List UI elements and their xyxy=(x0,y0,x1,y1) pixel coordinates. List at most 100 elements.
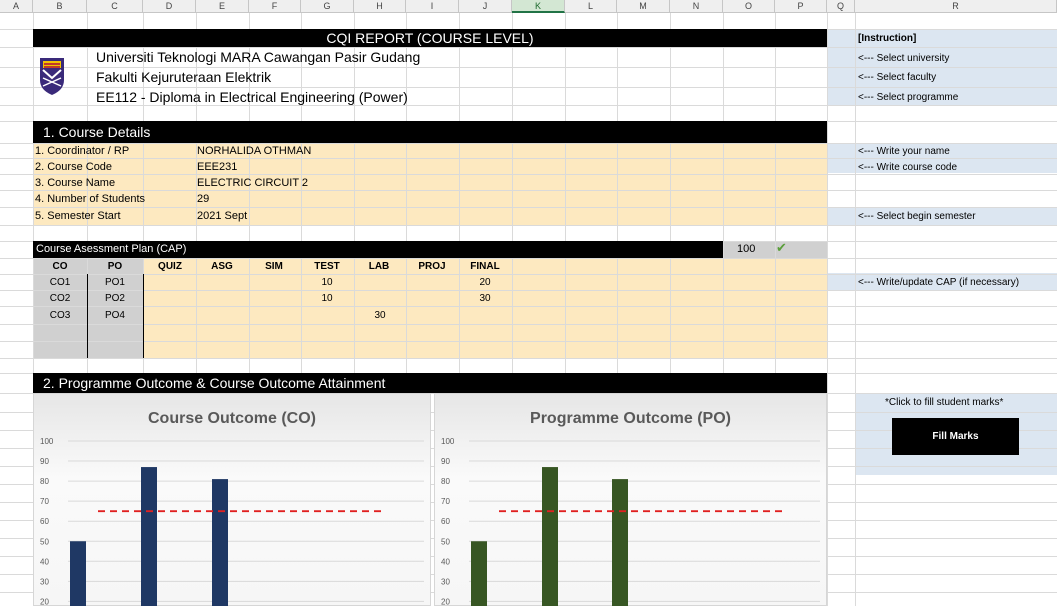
cap-co: CO1 xyxy=(49,277,71,288)
cap-header: CO xyxy=(52,261,68,272)
detail-label: 5. Semester Start xyxy=(35,210,121,222)
column-header-g[interactable]: G xyxy=(301,0,354,13)
cap-test-value[interactable]: 10 xyxy=(307,293,347,304)
co-chart-plot: 100 90 80 70 60 50 40 30 20 xyxy=(40,437,424,606)
column-header-n[interactable]: N xyxy=(670,0,723,13)
cap-final-value[interactable]: 20 xyxy=(465,277,505,288)
po-chart-plot: 100 90 80 70 60 50 40 30 20 xyxy=(441,437,820,606)
column-header-f[interactable]: F xyxy=(249,0,301,13)
column-header-k[interactable]: K xyxy=(512,0,565,13)
semester-start-value[interactable]: 2021 Sept xyxy=(197,210,247,222)
course-details-heading: 1. Course Details xyxy=(33,121,827,143)
co-chart: Course Outcome (CO) 100 90 80 70 60 50 40 30 20 xyxy=(33,393,431,606)
cap-header: ASG xyxy=(211,261,233,272)
y-tick-label: 20 xyxy=(441,597,450,606)
num-students-value[interactable]: 29 xyxy=(197,193,209,205)
instruction-code: <--- Write course code xyxy=(858,162,958,173)
column-header-p[interactable]: P xyxy=(775,0,827,13)
detail-label: 1. Coordinator / RP xyxy=(35,145,130,157)
po-chart: Programme Outcome (PO) 100 90 80 70 60 50 40 30… xyxy=(434,393,827,606)
column-header-l[interactable]: L xyxy=(565,0,617,13)
cap-co: CO3 xyxy=(49,310,71,321)
cap-lab-value[interactable]: 30 xyxy=(360,310,400,321)
y-tick-label: 40 xyxy=(441,557,450,566)
column-header-b[interactable]: B xyxy=(33,0,87,13)
cap-divider xyxy=(87,274,88,358)
cap-po: PO2 xyxy=(104,293,125,304)
y-tick-label: 90 xyxy=(40,457,49,466)
column-header-j[interactable]: J xyxy=(459,0,512,13)
y-tick-label: 100 xyxy=(441,437,455,446)
y-tick-label: 60 xyxy=(441,517,450,526)
column-header-d[interactable]: D xyxy=(143,0,196,13)
detail-label: 4. Number of Students xyxy=(35,193,146,205)
column-header-i[interactable]: I xyxy=(406,0,459,13)
y-tick-label: 30 xyxy=(40,577,49,586)
column-header-c[interactable]: C xyxy=(87,0,143,13)
y-tick-label: 70 xyxy=(441,497,450,506)
uitm-logo xyxy=(37,56,67,96)
column-header-a[interactable]: A xyxy=(0,0,33,13)
instruction-header: [Instruction] xyxy=(858,33,917,44)
instruction-programme: <--- Select programme xyxy=(858,92,959,103)
column-header-r[interactable]: R xyxy=(855,0,1057,13)
coordinator-value[interactable]: NORHALIDA OTHMAN xyxy=(197,145,311,157)
cap-co-po-area xyxy=(33,258,143,358)
cap-total: 100 xyxy=(737,243,756,255)
y-tick-label: 40 xyxy=(40,557,49,566)
course-name-value[interactable]: ELECTRIC CIRCUIT 2 xyxy=(197,177,308,189)
column-header-m[interactable]: M xyxy=(617,0,670,13)
column-header-e[interactable]: E xyxy=(196,0,249,13)
y-tick-label: 30 xyxy=(441,577,450,586)
y-tick-label: 70 xyxy=(40,497,49,506)
y-tick-label: 60 xyxy=(40,517,49,526)
university-name[interactable]: Universiti Teknologi MARA Cawangan Pasir… xyxy=(96,49,420,65)
column-header-h[interactable]: H xyxy=(354,0,406,13)
cap-header: SIM xyxy=(265,261,283,272)
y-tick-label: 90 xyxy=(441,457,450,466)
course-details-area xyxy=(33,143,827,225)
y-tick-label: 80 xyxy=(441,477,450,486)
course-code-value[interactable]: EEE231 xyxy=(197,161,237,173)
check-icon: ✔ xyxy=(776,240,787,255)
y-tick-label: 80 xyxy=(40,477,49,486)
instruction-university: <--- Select university xyxy=(858,53,950,64)
bar-po4 xyxy=(612,479,628,606)
cap-final-value[interactable]: 30 xyxy=(465,293,505,304)
column-header-o[interactable]: O xyxy=(723,0,775,13)
instruction-cap: <--- Write/update CAP (if necessary) xyxy=(858,277,1020,288)
click-note: *Click to fill student marks* xyxy=(885,397,1004,408)
cap-header: PROJ xyxy=(418,261,446,272)
cap-header: FINAL xyxy=(470,261,500,272)
detail-label: 2. Course Code xyxy=(35,161,113,173)
programme-name[interactable]: EE112 - Diploma in Electrical Engineerin… xyxy=(96,89,408,105)
instruction-semester: <--- Select begin semester xyxy=(858,211,976,222)
fill-marks-button[interactable]: Fill Marks xyxy=(892,418,1019,455)
report-title: CQI REPORT (COURSE LEVEL) xyxy=(33,29,827,47)
bar-po1 xyxy=(471,541,487,606)
detail-label: 3. Course Name xyxy=(35,177,116,189)
bar-po2 xyxy=(542,467,558,606)
cap-header: QUIZ xyxy=(158,261,182,272)
cap-po: PO1 xyxy=(104,277,125,288)
column-header-q[interactable]: Q xyxy=(827,0,855,13)
cap-header: TEST xyxy=(314,261,340,272)
instruction-name: <--- Write your name xyxy=(858,146,950,157)
bar-co2 xyxy=(141,467,157,606)
y-tick-label: 50 xyxy=(40,537,49,546)
attainment-heading: 2. Programme Outcome & Course Outcome At… xyxy=(33,373,827,393)
cap-divider xyxy=(143,274,144,358)
cap-header: LAB xyxy=(368,261,390,272)
y-tick-label: 100 xyxy=(40,437,54,446)
bar-co1 xyxy=(70,541,86,606)
faculty-name[interactable]: Fakulti Kejuruteraan Elektrik xyxy=(96,69,271,85)
spreadsheet: ABCDEFGHIJKLMNOPQR CQI REPORT (COURSE LE… xyxy=(0,0,1057,606)
column-header-bar: ABCDEFGHIJKLMNOPQR xyxy=(0,0,1057,13)
y-tick-label: 20 xyxy=(40,597,49,606)
cap-test-value[interactable]: 10 xyxy=(307,277,347,288)
cap-title: Course Asessment Plan (CAP) xyxy=(33,241,723,258)
instruction-faculty: <--- Select faculty xyxy=(858,72,937,83)
cap-header: PO xyxy=(107,261,123,272)
bar-co3 xyxy=(212,479,228,606)
cap-po: PO4 xyxy=(104,310,125,321)
